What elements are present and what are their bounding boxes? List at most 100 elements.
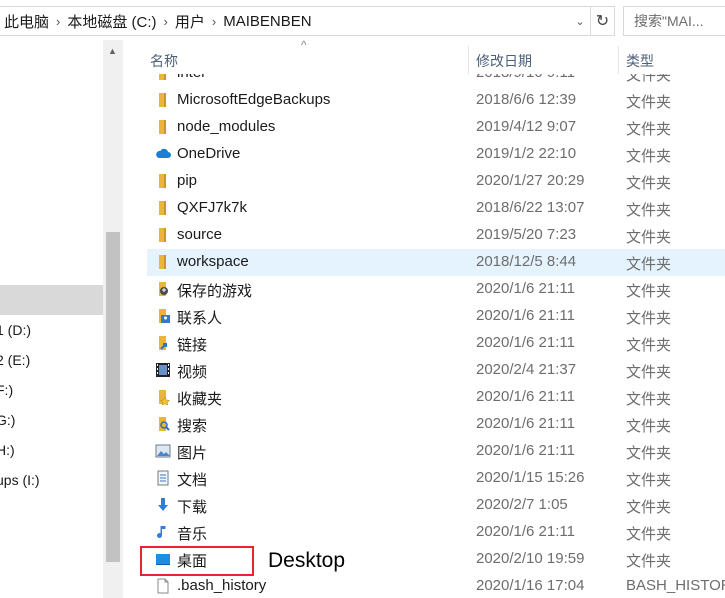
nav-item-label: 2 (E:)	[0, 352, 31, 368]
file-date-modified: 2018/6/22 13:07	[476, 199, 585, 216]
file-row[interactable]: source 2019/5/20 7:23 文件夹	[147, 222, 725, 249]
nav-scrollbar-thumb[interactable]	[106, 232, 120, 562]
breadcrumb-separator[interactable]: ›	[53, 14, 63, 29]
file-type: 文件夹	[626, 283, 672, 300]
breadcrumb-this-pc[interactable]: 此电脑	[0, 11, 53, 32]
desktop-highlight-box	[140, 546, 254, 576]
file-date-modified: 2020/2/7 1:05	[476, 496, 568, 513]
file-date-modified: 2020/2/4 21:37	[476, 361, 577, 378]
file-row[interactable]: 联系人 2020/1/6 21:11 文件夹	[147, 303, 725, 330]
desktop-annotation: Desktop	[268, 549, 346, 572]
searches-icon	[155, 416, 171, 432]
nav-item-drive-g[interactable]: G:)	[0, 405, 103, 435]
file-type: 文件夹	[626, 337, 672, 354]
nav-item-label: 1 (D:)	[0, 322, 31, 338]
file-date-modified: 2018/6/6 12:39	[476, 91, 577, 108]
file-type: 文件夹	[626, 391, 672, 408]
file-row[interactable]: pip 2020/1/27 20:29 文件夹	[147, 168, 725, 195]
documents-icon	[155, 470, 171, 486]
search-input[interactable]: 搜索"MAI...	[623, 6, 725, 36]
file-row[interactable]: 收藏夹 2020/1/6 21:11 文件夹	[147, 384, 725, 411]
file-date-modified: 2018/12/5 8:44	[476, 253, 577, 270]
file-date-modified: 2019/4/12 9:07	[476, 118, 577, 135]
file-row[interactable]: inter 2018/9/10 9:11 文件夹	[147, 74, 725, 87]
file-type: 文件夹	[626, 229, 672, 246]
nav-item-drive-f[interactable]: F:)	[0, 375, 103, 405]
breadcrumb-maibenben[interactable]: MAIBENBEN	[219, 13, 315, 30]
file-row[interactable]: OneDrive 2019/1/2 22:10 文件夹	[147, 141, 725, 168]
file-type: 文件夹	[626, 74, 672, 84]
nav-item-drive-e[interactable]: 2 (E:)	[0, 345, 103, 375]
file-row[interactable]: 链接 2020/1/6 21:11 文件夹	[147, 330, 725, 357]
file-row[interactable]: 保存的游戏 2020/1/6 21:11 文件夹	[147, 276, 725, 303]
file-row[interactable]: 音乐 2020/1/6 21:11 文件夹	[147, 519, 725, 546]
file-icon	[155, 578, 171, 594]
nav-item-label: H:)	[0, 442, 15, 458]
folder-icon	[155, 173, 171, 189]
file-name: workspace	[177, 253, 249, 270]
address-dropdown-icon[interactable]: ⌄	[570, 15, 590, 28]
refresh-button[interactable]: ↻	[591, 6, 615, 36]
file-name: 图片	[177, 445, 208, 462]
file-name: 联系人	[177, 310, 223, 327]
column-divider[interactable]	[468, 46, 469, 74]
links-icon	[155, 335, 171, 351]
scroll-up-arrow-icon[interactable]: ▲	[108, 46, 117, 56]
music-icon	[155, 524, 171, 540]
file-name: OneDrive	[177, 145, 241, 162]
address-bar[interactable]: 此电脑 › 本地磁盘 (C:) › 用户 › MAIBENBEN ⌄	[0, 6, 591, 36]
breadcrumb-separator[interactable]: ›	[161, 14, 171, 29]
file-date-modified: 2020/1/6 21:11	[476, 442, 575, 459]
file-row[interactable]: 图片 2020/1/6 21:11 文件夹	[147, 438, 725, 465]
file-row[interactable]: MicrosoftEdgeBackups 2018/6/6 12:39 文件夹	[147, 87, 725, 114]
file-name: 文档	[177, 472, 208, 489]
file-row[interactable]: QXFJ7k7k 2018/6/22 13:07 文件夹	[147, 195, 725, 222]
file-list: inter2018/9/10 9:11文件夹MicrosoftEdgeBacku…	[123, 74, 725, 598]
breadcrumb-users[interactable]: 用户	[171, 11, 209, 32]
file-row[interactable]: workspace 2018/12/5 8:44 文件夹	[147, 249, 725, 276]
sort-ascending-icon: ^	[301, 38, 307, 52]
file-type: 文件夹	[626, 472, 672, 489]
nav-item-drive-i[interactable]: ups (I:)	[0, 465, 103, 495]
file-type: BASH_HISTORY	[626, 577, 725, 594]
file-name: .bash_history	[177, 577, 267, 594]
nav-item-label: ups (I:)	[0, 472, 40, 488]
column-divider[interactable]	[618, 46, 619, 74]
nav-item-selected[interactable]	[0, 285, 103, 315]
navigation-pane: 1 (D:) 2 (E:) F:) G:) H:) ups (I:)	[0, 40, 103, 598]
file-name: QXFJ7k7k	[177, 199, 248, 216]
file-type: 文件夹	[626, 175, 672, 192]
file-date-modified: 2020/1/6 21:11	[476, 307, 575, 324]
file-date-modified: 2020/2/10 19:59	[476, 550, 585, 567]
file-row[interactable]: .bash_history 2020/1/16 17:04 BASH_HISTORY	[147, 573, 725, 598]
file-name: 链接	[177, 337, 208, 354]
file-date-modified: 2020/1/15 15:26	[476, 469, 585, 486]
file-row[interactable]: node_modules 2019/4/12 9:07 文件夹	[147, 114, 725, 141]
nav-item-drive-d[interactable]: 1 (D:)	[0, 315, 103, 345]
file-row[interactable]: 搜索 2020/1/6 21:11 文件夹	[147, 411, 725, 438]
nav-item-label: G:)	[0, 412, 16, 428]
downloads-icon	[155, 497, 171, 513]
nav-item-drive-h[interactable]: H:)	[0, 435, 103, 465]
file-type: 文件夹	[626, 94, 672, 111]
file-type: 文件夹	[626, 310, 672, 327]
breadcrumb-local-disk-c[interactable]: 本地磁盘 (C:)	[63, 11, 160, 32]
breadcrumb-separator[interactable]: ›	[209, 14, 219, 29]
column-headers: ^ 名称 修改日期 类型	[123, 38, 725, 74]
file-type: 文件夹	[626, 256, 672, 273]
folder-icon	[155, 200, 171, 216]
nav-item-label: F:)	[0, 382, 14, 398]
file-date-modified: 2020/1/16 17:04	[476, 577, 585, 594]
nav-scrollbar[interactable]: ▲	[103, 40, 123, 598]
file-row[interactable]: 下载 2020/2/7 1:05 文件夹	[147, 492, 725, 519]
column-header-type[interactable]: 类型	[626, 40, 654, 74]
file-type: 文件夹	[626, 553, 672, 570]
file-row[interactable]: 视频 2020/2/4 21:37 文件夹	[147, 357, 725, 384]
column-header-date[interactable]: 修改日期	[476, 40, 532, 74]
file-name: 保存的游戏	[177, 283, 253, 300]
file-date-modified: 2020/1/6 21:11	[476, 388, 575, 405]
favorites-icon	[155, 389, 171, 406]
column-header-name[interactable]: 名称	[150, 40, 178, 74]
folder-icon	[155, 119, 171, 135]
file-row[interactable]: 文档 2020/1/15 15:26 文件夹	[147, 465, 725, 492]
